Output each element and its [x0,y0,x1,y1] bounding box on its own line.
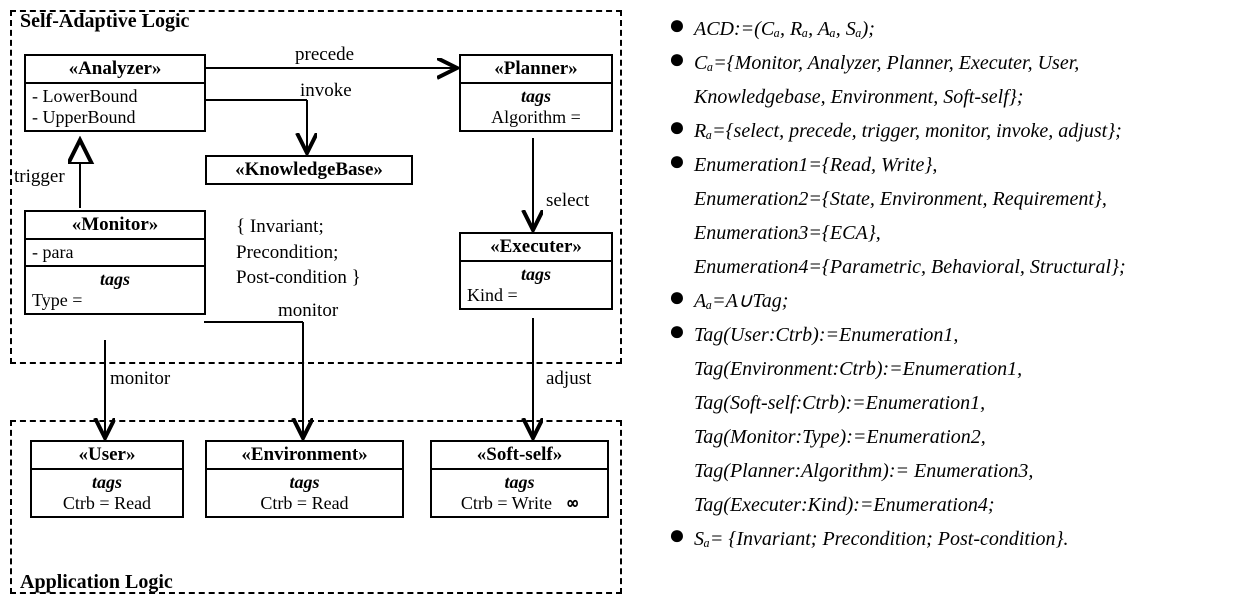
diagram-area: Self-Adaptive Logic Application Logic «A… [10,10,630,596]
edge-select: select [546,190,589,212]
edge-monitor2: monitor [110,368,170,390]
edge-invoke: invoke [300,80,352,102]
rule-4: Aₐ=A∪Tag; [694,284,1230,318]
rule-0: ACD:=(Cₐ, Rₐ, Aₐ, Sₐ); [694,12,1230,46]
rule-6: Sₐ= {Invariant; Precondition; Post-condi… [694,522,1230,556]
rule-2: Rₐ={select, precede, trigger, monitor, i… [694,114,1230,148]
edge-adjust: adjust [546,368,591,390]
edge-monitor1: monitor [278,300,338,322]
edge-precede: precede [295,44,354,66]
rules-list: ●ACD:=(Cₐ, Rₐ, Aₐ, Sₐ); ●Cₐ={Monitor, An… [660,12,1230,556]
rule-1: Cₐ={Monitor, Analyzer, Planner, Executer… [694,46,1230,114]
rule-3: Enumeration1={Read, Write}, Enumeration2… [694,148,1230,284]
rule-5: Tag(User:Ctrb):=Enumeration1, Tag(Enviro… [694,318,1230,522]
edge-trigger: trigger [14,166,65,188]
